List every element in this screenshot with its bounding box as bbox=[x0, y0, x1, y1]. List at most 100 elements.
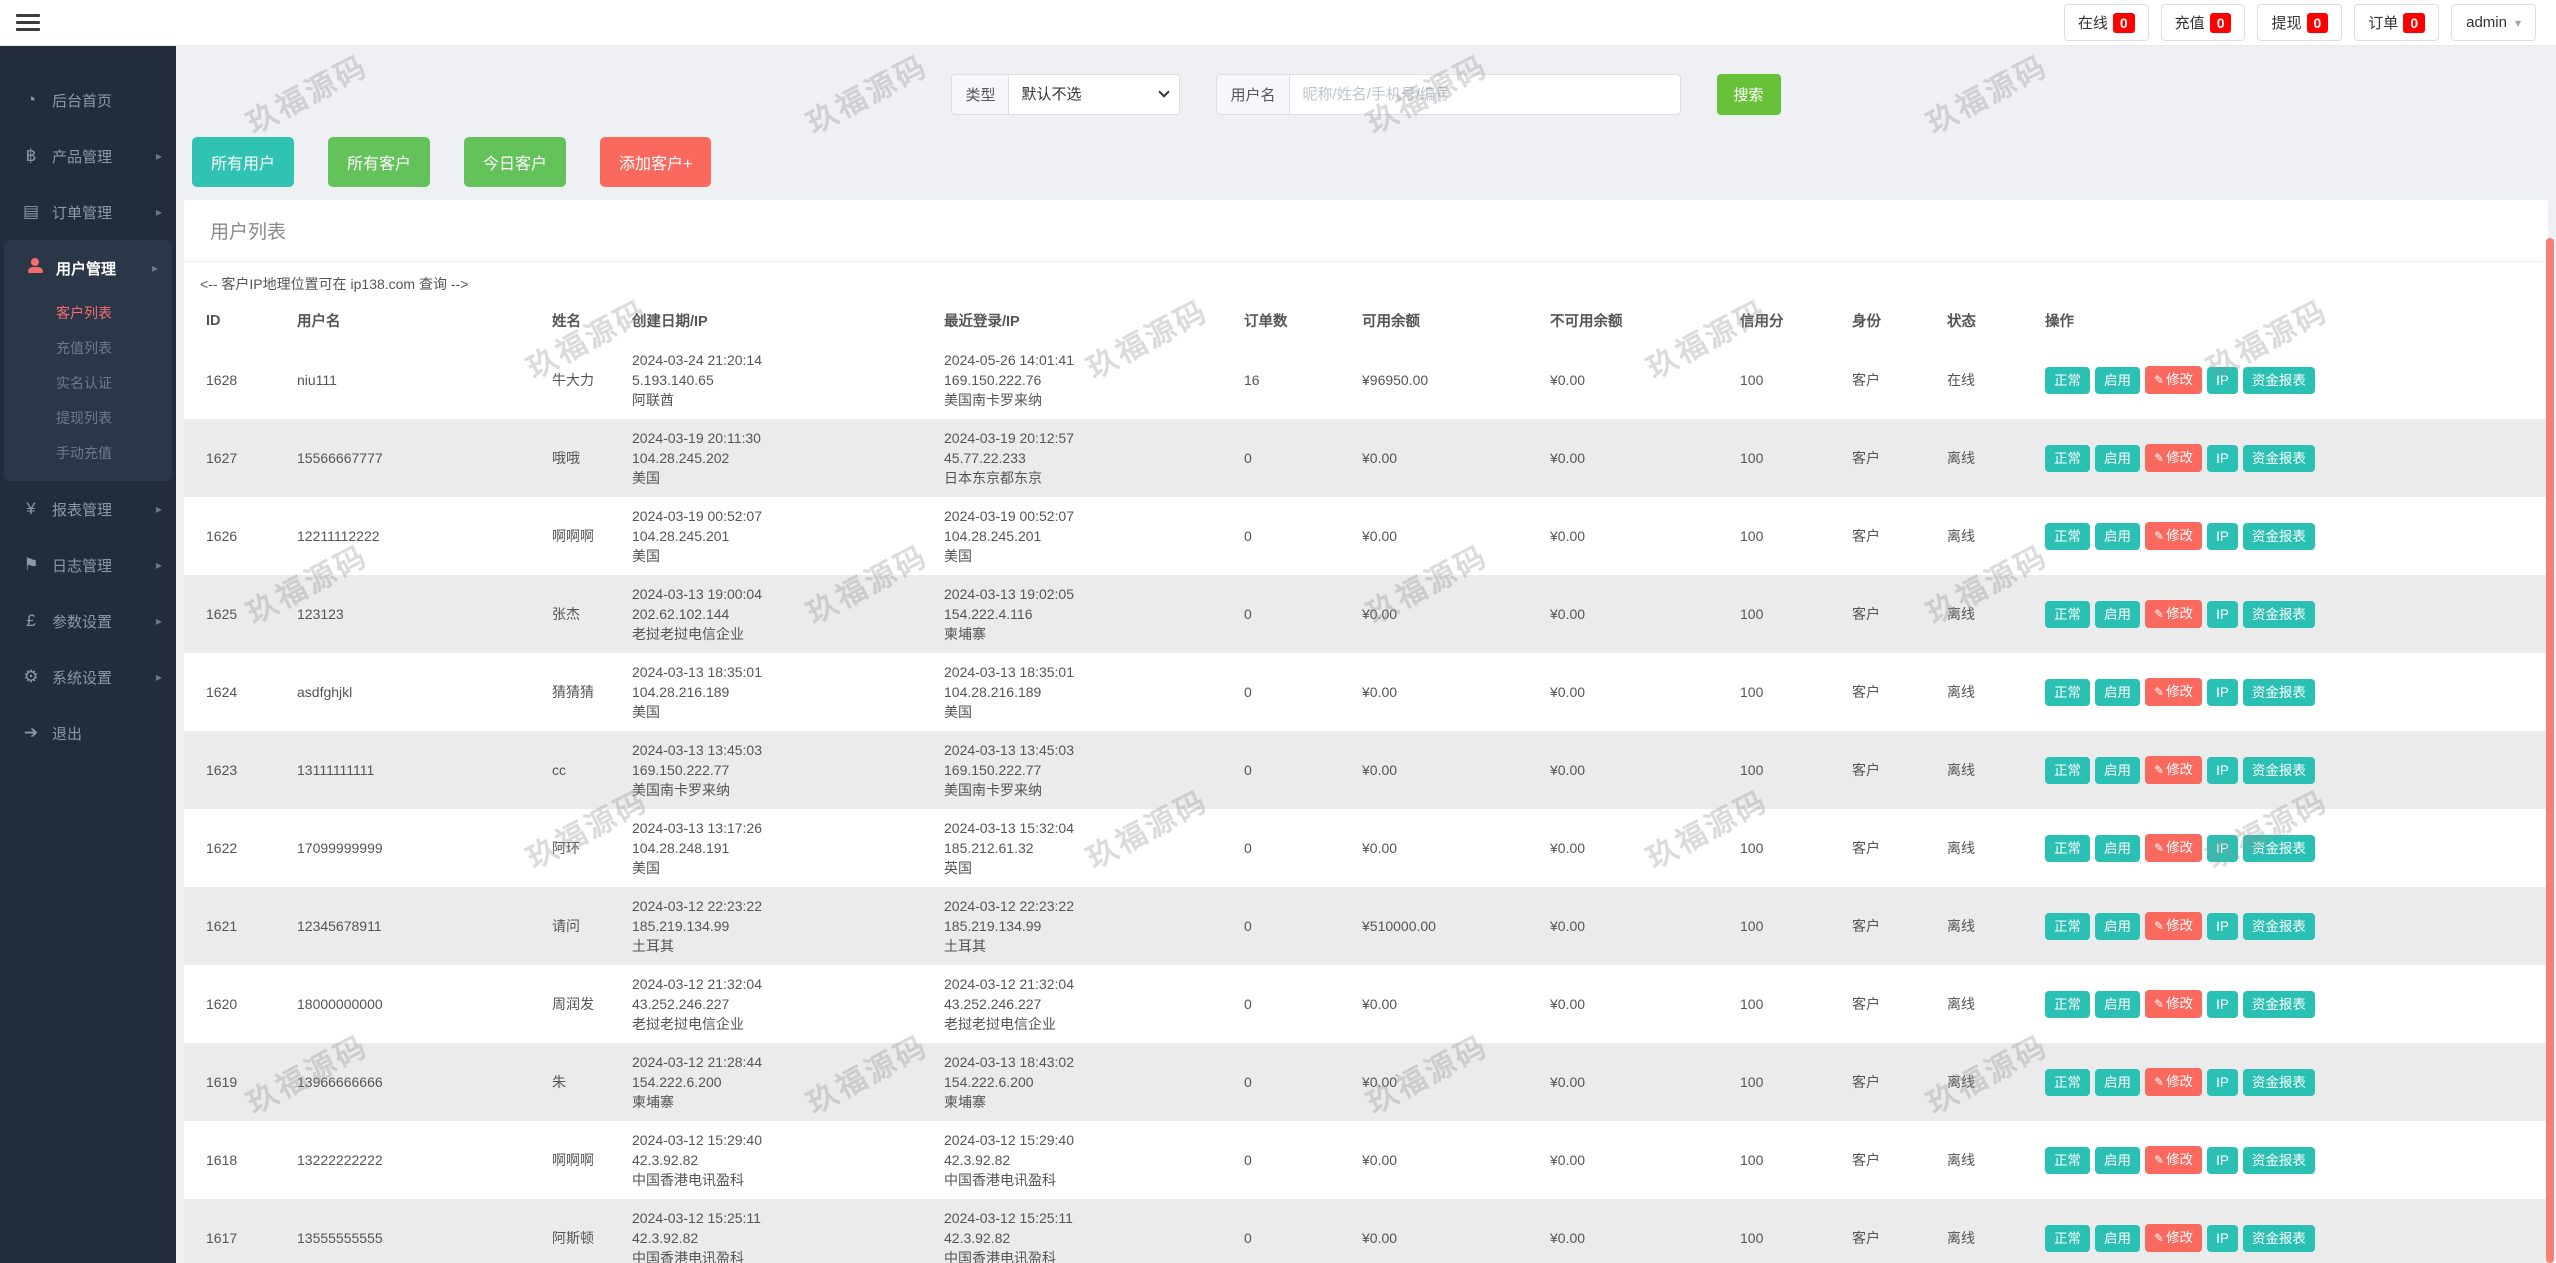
enable-button[interactable]: 启用 bbox=[2095, 912, 2140, 940]
sidebar-item-params[interactable]: £ 参数设置 ▸ bbox=[0, 593, 176, 649]
sidebar-subitem-manual-recharge[interactable]: 手动充值 bbox=[4, 436, 172, 471]
ip-button[interactable]: IP bbox=[2207, 834, 2238, 862]
edit-button[interactable]: ✎ 修改 bbox=[2145, 600, 2203, 628]
fund-report-button[interactable]: 资金报表 bbox=[2242, 444, 2315, 472]
ip-button[interactable]: IP bbox=[2207, 678, 2238, 706]
vertical-scrollbar[interactable] bbox=[2546, 238, 2554, 1263]
ip-button[interactable]: IP bbox=[2207, 444, 2238, 472]
ip-button[interactable]: IP bbox=[2207, 1146, 2238, 1174]
edit-button[interactable]: ✎ 修改 bbox=[2145, 756, 2203, 784]
edit-button[interactable]: ✎ 修改 bbox=[2145, 366, 2203, 394]
normal-button[interactable]: 正常 bbox=[2045, 1224, 2090, 1252]
stat-button-online[interactable]: 在线 0 bbox=[2063, 4, 2149, 41]
edit-button[interactable]: ✎ 修改 bbox=[2145, 1068, 2203, 1096]
ip-button[interactable]: IP bbox=[2207, 1068, 2238, 1096]
cell-frozen-balance: ¥0.00 bbox=[1550, 450, 1586, 466]
edit-button[interactable]: ✎ 修改 bbox=[2145, 990, 2203, 1018]
sidebar-item-system[interactable]: ⚙ 系统设置 ▸ bbox=[0, 649, 176, 705]
today-customers-button[interactable]: 今日客户 bbox=[464, 137, 567, 187]
user-list-panel: 用户列表 <-- 客户IP地理位置可在 ip138.com 查询 --> ID 用… bbox=[184, 200, 2548, 1263]
enable-button[interactable]: 启用 bbox=[2095, 444, 2140, 472]
cell-frozen-balance: ¥0.00 bbox=[1550, 1152, 1586, 1168]
sidebar-item-report[interactable]: ¥ 报表管理 ▸ bbox=[0, 481, 176, 537]
admin-user-menu[interactable]: admin ▾ bbox=[2451, 4, 2536, 41]
ip-button[interactable]: IP bbox=[2207, 600, 2238, 628]
ip-button[interactable]: IP bbox=[2207, 756, 2238, 784]
stat-button-order[interactable]: 订单 0 bbox=[2354, 4, 2440, 41]
ip-button[interactable]: IP bbox=[2207, 912, 2238, 940]
normal-button[interactable]: 正常 bbox=[2045, 756, 2090, 784]
normal-button[interactable]: 正常 bbox=[2045, 366, 2090, 394]
normal-button[interactable]: 正常 bbox=[2045, 1068, 2090, 1096]
enable-button[interactable]: 启用 bbox=[2095, 678, 2140, 706]
sidebar-item-user[interactable]: 用户管理 ▸ bbox=[4, 240, 172, 296]
enable-button[interactable]: 启用 bbox=[2095, 522, 2140, 550]
cell-created: 2024-03-12 15:25:11 42.3.92.82 中国香港电讯盈科 bbox=[632, 1210, 761, 1263]
add-customer-button[interactable]: 添加客户+ bbox=[600, 137, 712, 187]
edit-button[interactable]: ✎ 修改 bbox=[2145, 1224, 2203, 1252]
username-search-input[interactable] bbox=[1288, 74, 1681, 115]
sidebar-subitem-customer-list[interactable]: 客户列表 bbox=[4, 296, 172, 331]
cell-created: 2024-03-13 13:45:03 169.150.222.77 美国南卡罗来纳 bbox=[632, 742, 762, 798]
ip-button[interactable]: IP bbox=[2207, 522, 2238, 550]
normal-button[interactable]: 正常 bbox=[2045, 990, 2090, 1018]
fund-report-button[interactable]: 资金报表 bbox=[2242, 366, 2315, 394]
enable-button[interactable]: 启用 bbox=[2095, 600, 2140, 628]
ip-button[interactable]: IP bbox=[2207, 990, 2238, 1018]
hamburger-menu-icon[interactable] bbox=[16, 10, 40, 35]
normal-button[interactable]: 正常 bbox=[2045, 678, 2090, 706]
normal-button[interactable]: 正常 bbox=[2045, 834, 2090, 862]
all-customers-button[interactable]: 所有客户 bbox=[328, 137, 431, 187]
edit-button[interactable]: ✎ 修改 bbox=[2145, 1146, 2203, 1174]
enable-button[interactable]: 启用 bbox=[2095, 756, 2140, 784]
fund-report-button[interactable]: 资金报表 bbox=[2242, 834, 2315, 862]
ip-button[interactable]: IP bbox=[2207, 1224, 2238, 1252]
sidebar-subitem-recharge-list[interactable]: 充值列表 bbox=[4, 331, 172, 366]
enable-button[interactable]: 启用 bbox=[2095, 1068, 2140, 1096]
cell-last-login: 2024-03-12 15:29:40 42.3.92.82 中国香港电讯盈科 bbox=[944, 1132, 1074, 1188]
sidebar-item-order[interactable]: ▤ 订单管理 ▸ bbox=[0, 184, 176, 240]
sidebar-item-product[interactable]: ฿ 产品管理 ▸ bbox=[0, 128, 176, 184]
enable-button[interactable]: 启用 bbox=[2095, 1146, 2140, 1174]
fund-report-button[interactable]: 资金报表 bbox=[2242, 678, 2315, 706]
fund-report-button[interactable]: 资金报表 bbox=[2242, 522, 2315, 550]
cell-username: 13966666666 bbox=[297, 1074, 383, 1090]
normal-button[interactable]: 正常 bbox=[2045, 600, 2090, 628]
cell-name: 哦哦 bbox=[552, 450, 580, 466]
pencil-icon: ✎ bbox=[2154, 841, 2165, 855]
sidebar-subitem-realname-auth[interactable]: 实名认证 bbox=[4, 366, 172, 401]
stat-button-withdraw[interactable]: 提现 0 bbox=[2257, 4, 2343, 41]
fund-report-button[interactable]: 资金报表 bbox=[2242, 1146, 2315, 1174]
fund-report-button[interactable]: 资金报表 bbox=[2242, 912, 2315, 940]
fund-report-button[interactable]: 资金报表 bbox=[2242, 756, 2315, 784]
fund-report-button[interactable]: 资金报表 bbox=[2242, 1224, 2315, 1252]
enable-button[interactable]: 启用 bbox=[2095, 834, 2140, 862]
fund-report-button[interactable]: 资金报表 bbox=[2242, 990, 2315, 1018]
edit-button[interactable]: ✎ 修改 bbox=[2145, 522, 2203, 550]
stat-button-recharge[interactable]: 充值 0 bbox=[2160, 4, 2246, 41]
fund-report-button[interactable]: 资金报表 bbox=[2242, 600, 2315, 628]
normal-button[interactable]: 正常 bbox=[2045, 1146, 2090, 1174]
normal-button[interactable]: 正常 bbox=[2045, 444, 2090, 472]
fund-report-button[interactable]: 资金报表 bbox=[2242, 1068, 2315, 1096]
edit-button[interactable]: ✎ 修改 bbox=[2145, 912, 2203, 940]
ip-button[interactable]: IP bbox=[2207, 366, 2238, 394]
sidebar-subitem-withdraw-list[interactable]: 提现列表 bbox=[4, 401, 172, 436]
sidebar-item-logout[interactable]: ➔ 退出 bbox=[0, 705, 176, 761]
enable-button[interactable]: 启用 bbox=[2095, 1224, 2140, 1252]
cell-balance: ¥0.00 bbox=[1362, 1230, 1398, 1246]
sidebar-item-log[interactable]: ⚑ 日志管理 ▸ bbox=[0, 537, 176, 593]
normal-button[interactable]: 正常 bbox=[2045, 912, 2090, 940]
normal-button[interactable]: 正常 bbox=[2045, 522, 2090, 550]
edit-button[interactable]: ✎ 修改 bbox=[2145, 678, 2203, 706]
edit-button[interactable]: ✎ 修改 bbox=[2145, 834, 2203, 862]
search-button[interactable]: 搜索 bbox=[1716, 74, 1781, 115]
enable-button[interactable]: 启用 bbox=[2095, 990, 2140, 1018]
sidebar-item-dashboard[interactable]: ◔ 后台首页 bbox=[0, 72, 176, 128]
all-users-button[interactable]: 所有用户 bbox=[192, 137, 295, 187]
enable-button[interactable]: 启用 bbox=[2095, 366, 2140, 394]
stat-count-badge: 0 bbox=[2403, 12, 2426, 33]
type-select[interactable]: 默认不选 bbox=[1008, 74, 1181, 115]
cell-name: 猜猜猜 bbox=[552, 684, 594, 700]
edit-button[interactable]: ✎ 修改 bbox=[2145, 444, 2203, 472]
